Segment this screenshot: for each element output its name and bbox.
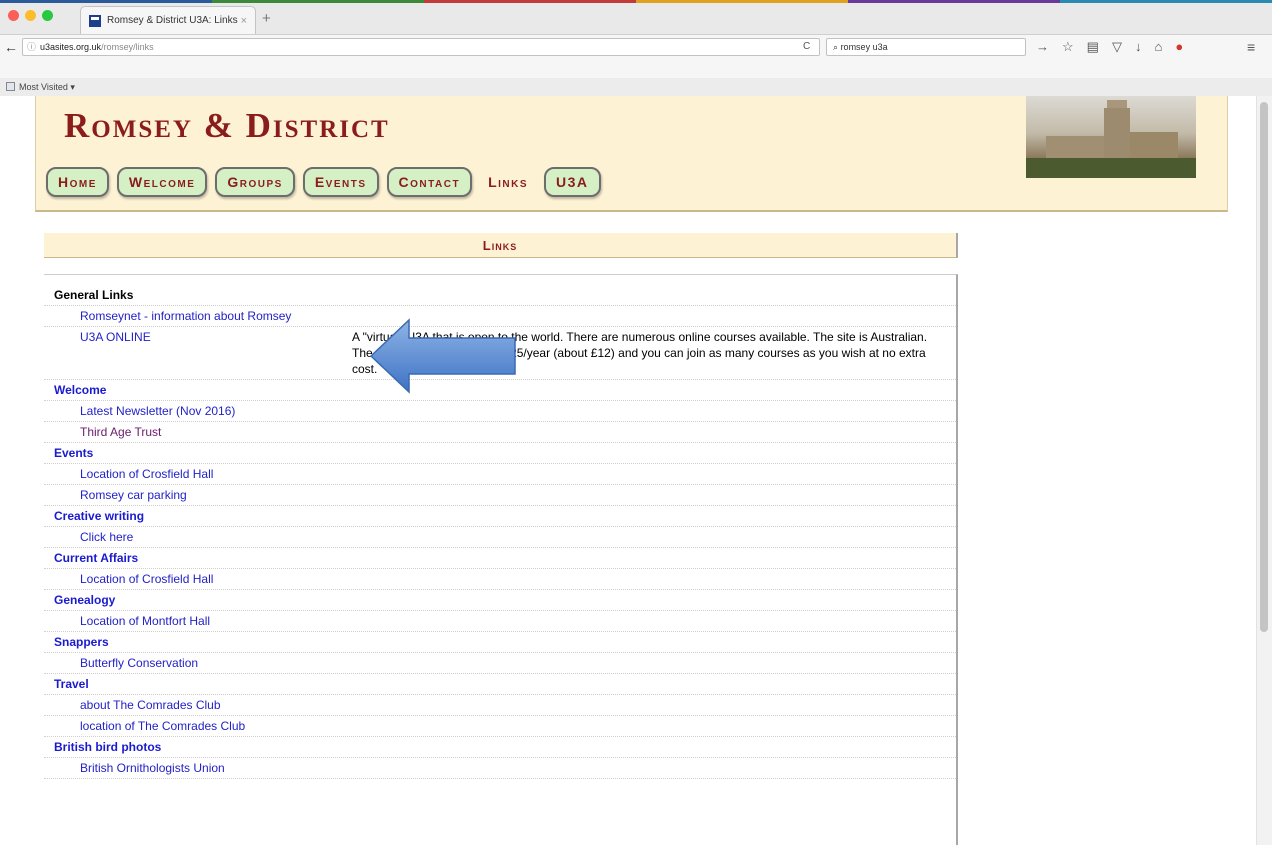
- link-comrades-location[interactable]: location of The Comrades Club: [54, 718, 352, 734]
- category-link-genealogy[interactable]: Genealogy: [44, 590, 956, 611]
- search-icon: ⌕: [833, 42, 839, 52]
- category-link-events[interactable]: Events: [44, 443, 956, 464]
- link-comrades-about[interactable]: about The Comrades Club: [54, 697, 352, 713]
- category-link-current-affairs[interactable]: Current Affairs: [44, 548, 956, 569]
- u3a-favicon-icon: [89, 14, 101, 27]
- link-crosfield-hall-2[interactable]: Location of Crosfield Hall: [54, 571, 352, 587]
- url-host: u3asites.org.uk: [40, 42, 102, 52]
- zoom-window-button[interactable]: [42, 10, 53, 21]
- abbey-photo: [1026, 96, 1196, 178]
- list-item: Butterfly Conservation: [44, 653, 956, 674]
- tab-title: Romsey & District U3A: Links: [107, 15, 238, 26]
- list-item: Romsey car parking: [44, 485, 956, 506]
- list-item: Location of Crosfield Hall: [44, 569, 956, 590]
- browser-tab[interactable]: Romsey & District U3A: Links ×: [80, 6, 256, 34]
- link-montfort-hall[interactable]: Location of Montfort Hall: [54, 613, 352, 629]
- list-item: British Ornithologists Union: [44, 758, 956, 779]
- address-bar[interactable]: ⓘ u3asites.org.uk/romsey/links: [22, 38, 820, 56]
- page-scrollbar[interactable]: [1256, 96, 1272, 845]
- download-icon[interactable]: ↓: [1135, 39, 1142, 55]
- reload-icon[interactable]: C: [803, 38, 810, 56]
- category-link-travel[interactable]: Travel: [44, 674, 956, 695]
- page-viewport: Romsey & District Home Welcome Groups Ev…: [0, 96, 1256, 845]
- list-item: about The Comrades Club: [44, 695, 956, 716]
- link-crosfield-hall[interactable]: Location of Crosfield Hall: [54, 466, 352, 482]
- nav-home-button[interactable]: Home: [46, 167, 109, 197]
- bookmarks-toolbar: Most Visited ▾: [0, 78, 1272, 96]
- nav-events-button[interactable]: Events: [302, 167, 379, 197]
- reading-list-icon[interactable]: ▤: [1087, 39, 1099, 55]
- link-third-age-trust[interactable]: Third Age Trust: [54, 424, 352, 440]
- most-visited-bookmark[interactable]: Most Visited ▾: [19, 82, 75, 92]
- adblock-icon[interactable]: ●: [1175, 39, 1183, 55]
- home-icon[interactable]: ⌂: [1154, 39, 1162, 55]
- bookmark-star-icon[interactable]: ☆: [1062, 39, 1074, 55]
- color-strip: [0, 0, 1272, 3]
- browser-chrome: Romsey & District U3A: Links × + ← ⓘ u3as…: [0, 0, 1272, 96]
- nav-contact-button[interactable]: Contact: [386, 167, 473, 197]
- main-navigation: Home Welcome Groups Events Contact Links…: [46, 167, 601, 197]
- category-link-bird-photos[interactable]: British bird photos: [44, 737, 956, 758]
- nav-links-button[interactable]: Links: [480, 167, 536, 197]
- toolbar-icons: → ☆ ▤ ▽ ↓ ⌂ ●: [1036, 39, 1183, 55]
- hamburger-menu-icon[interactable]: ≡: [1247, 39, 1255, 55]
- link-bou[interactable]: British Ornithologists Union: [54, 760, 352, 776]
- navigation-toolbar: ← ⓘ u3asites.org.uk/romsey/links C ⌕ roms…: [0, 34, 1272, 78]
- site-header: Romsey & District Home Welcome Groups Ev…: [35, 96, 1228, 212]
- scrollbar-thumb[interactable]: [1260, 102, 1268, 632]
- window-controls: [8, 10, 53, 21]
- site-title: Romsey & District: [64, 106, 390, 145]
- category-heading: General Links: [44, 285, 956, 306]
- list-item: Third Age Trust: [44, 422, 956, 443]
- go-arrow-icon[interactable]: →: [1036, 39, 1049, 55]
- search-text: romsey u3a: [840, 42, 888, 52]
- tab-close-icon[interactable]: ×: [241, 15, 247, 27]
- category-link-creative-writing[interactable]: Creative writing: [44, 506, 956, 527]
- section-title-bar: Links: [44, 233, 958, 258]
- close-window-button[interactable]: [8, 10, 19, 21]
- search-bar[interactable]: ⌕ romsey u3a: [826, 38, 1026, 56]
- category-link-snappers[interactable]: Snappers: [44, 632, 956, 653]
- section-title: Links: [482, 238, 518, 253]
- link-u3a-online[interactable]: U3A ONLINE: [54, 329, 352, 377]
- nav-groups-button[interactable]: Groups: [215, 167, 295, 197]
- site-info-icon[interactable]: ⓘ: [27, 42, 36, 52]
- back-arrow-icon[interactable]: ←: [4, 40, 18, 54]
- minimize-window-button[interactable]: [25, 10, 36, 21]
- link-newsletter[interactable]: Latest Newsletter (Nov 2016): [54, 403, 352, 419]
- link-car-parking[interactable]: Romsey car parking: [54, 487, 352, 503]
- nav-welcome-button[interactable]: Welcome: [116, 167, 208, 197]
- list-item: Location of Crosfield Hall: [44, 464, 956, 485]
- link-romseynet[interactable]: Romseynet - information about Romsey: [54, 308, 352, 324]
- url-path: /romsey/links: [101, 42, 154, 52]
- list-item: Latest Newsletter (Nov 2016): [44, 401, 956, 422]
- nav-u3a-button[interactable]: U3A: [544, 167, 601, 197]
- bookmark-folder-icon: [6, 82, 15, 91]
- list-item: Click here: [44, 527, 956, 548]
- new-tab-button[interactable]: +: [262, 10, 271, 27]
- list-item: location of The Comrades Club: [44, 716, 956, 737]
- link-click-here[interactable]: Click here: [54, 529, 352, 545]
- link-butterfly-conservation[interactable]: Butterfly Conservation: [54, 655, 352, 671]
- list-item: Location of Montfort Hall: [44, 611, 956, 632]
- pocket-icon[interactable]: ▽: [1112, 39, 1122, 55]
- blue-arrow-icon: [369, 318, 516, 394]
